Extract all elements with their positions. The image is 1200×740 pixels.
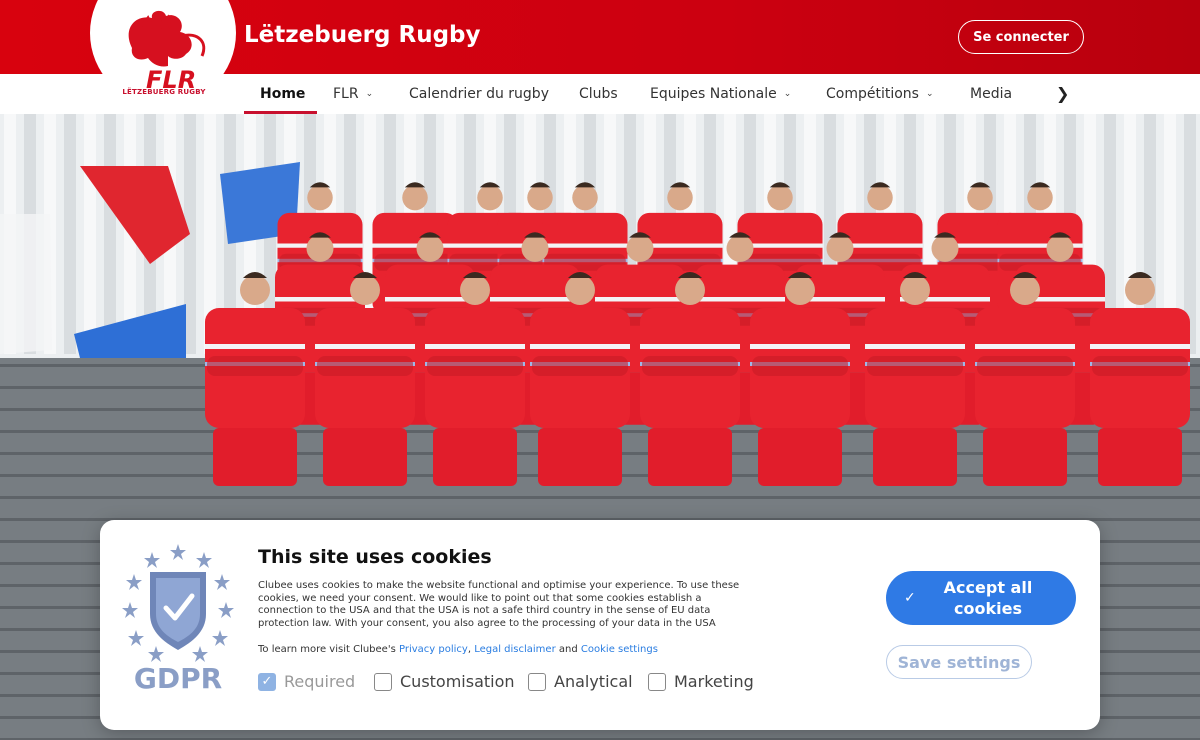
- nav-item-calendrier[interactable]: Calendrier du rugby: [409, 74, 549, 114]
- login-button[interactable]: Se connecter: [958, 20, 1084, 54]
- nav-item-equipes-nationale[interactable]: Equipes Nationale ⌄: [650, 74, 791, 114]
- chevron-down-icon: ⌄: [783, 89, 792, 99]
- nav-label-clubs: Clubs: [579, 86, 618, 102]
- gdpr-shield-icon: GDPR: [122, 544, 234, 692]
- cookie-dialog-title: This site uses cookies: [258, 546, 492, 568]
- nav-label-media: Media: [970, 86, 1013, 102]
- accept-all-cookies-button[interactable]: ✓ Accept all cookies: [886, 571, 1076, 625]
- nav-item-competitions[interactable]: Compétitions ⌄: [826, 74, 934, 114]
- and-word: and: [558, 644, 578, 655]
- nav-label-equipes: Equipes Nationale: [650, 86, 777, 102]
- flr-lion-logo[interactable]: FLR: [112, 8, 216, 100]
- chevron-down-icon: ⌄: [365, 89, 374, 99]
- checkbox-box[interactable]: [528, 672, 546, 691]
- chevron-down-icon: ⌄: [925, 89, 934, 99]
- checkbox-customisation-label: Customisation: [400, 672, 515, 691]
- save-settings-button[interactable]: Save settings: [886, 645, 1032, 679]
- cookie-settings-link[interactable]: Cookie settings: [581, 644, 658, 655]
- nav-label-home: Home: [260, 86, 306, 102]
- cookie-consent-dialog: GDPR This site uses cookies Clubee uses …: [100, 520, 1100, 730]
- legal-disclaimer-link[interactable]: Legal disclaimer: [474, 644, 556, 655]
- checkbox-analytical[interactable]: Analytical: [528, 672, 633, 691]
- accept-all-label: Accept all cookies: [943, 578, 1033, 618]
- privacy-policy-link[interactable]: Privacy policy: [399, 644, 468, 655]
- cookie-dialog-body: Clubee uses cookies to make the website …: [258, 580, 740, 629]
- logo-subtext: LËTZEBUERG RUGBY: [122, 88, 206, 96]
- svg-text:GDPR: GDPR: [134, 662, 222, 692]
- nav-item-home[interactable]: Home: [260, 74, 305, 114]
- nav-item-media[interactable]: Media: [970, 74, 1012, 114]
- checkbox-checked-icon[interactable]: ✓: [258, 672, 276, 691]
- checkbox-required[interactable]: ✓ Required: [258, 672, 355, 691]
- checkbox-box[interactable]: [648, 672, 666, 691]
- nav-label-flr: FLR: [333, 86, 359, 102]
- checkbox-marketing-label: Marketing: [674, 672, 754, 691]
- cookie-learn-more: To learn more visit Clubee's Privacy pol…: [258, 644, 658, 655]
- nav-label-competitions: Compétitions: [826, 86, 919, 102]
- checkbox-customisation[interactable]: Customisation: [374, 672, 515, 691]
- checkbox-marketing[interactable]: Marketing: [648, 672, 754, 691]
- nav-item-flr[interactable]: FLR ⌄: [333, 74, 373, 114]
- checkbox-required-label: Required: [284, 672, 356, 691]
- checkbox-box[interactable]: [374, 672, 392, 691]
- learn-more-prefix: To learn more visit Clubee's: [258, 644, 396, 655]
- check-icon: ✓: [904, 590, 916, 606]
- site-title[interactable]: Lëtzebuerg Rugby: [244, 22, 481, 48]
- chevron-right-icon[interactable]: ❯: [1056, 84, 1069, 103]
- checkbox-analytical-label: Analytical: [554, 672, 633, 691]
- nav-label-calendrier: Calendrier du rugby: [409, 86, 549, 102]
- nav-item-clubs[interactable]: Clubs: [579, 74, 618, 114]
